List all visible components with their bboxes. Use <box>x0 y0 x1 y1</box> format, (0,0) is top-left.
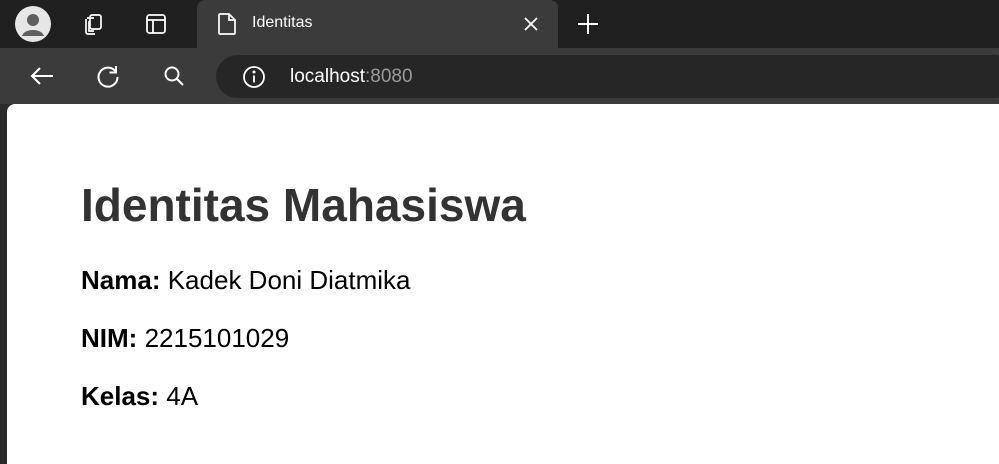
new-tab-icon[interactable] <box>568 4 608 44</box>
tab-identitas[interactable]: Identitas <box>197 0 558 48</box>
page-icon <box>216 12 238 36</box>
field-nama: Nama: Kadek Doni Diatmika <box>81 265 411 296</box>
field-label: Nama: <box>81 265 161 295</box>
back-arrow-icon[interactable] <box>22 56 62 96</box>
field-label: NIM: <box>81 323 138 353</box>
search-icon[interactable] <box>154 56 194 96</box>
url-port: :8080 <box>365 66 413 87</box>
field-label: Kelas: <box>81 381 160 411</box>
profile-avatar-icon[interactable] <box>15 6 51 42</box>
field-kelas: Kelas: 4A <box>81 381 198 412</box>
field-value: Kadek Doni Diatmika <box>167 265 411 295</box>
field-nim: NIM: 2215101029 <box>81 323 289 354</box>
url-text[interactable]: localhost:8080 <box>290 66 413 88</box>
field-value: 2215101029 <box>144 323 290 353</box>
address-bar[interactable]: localhost:8080 <box>216 55 999 98</box>
vertical-tabs-icon[interactable] <box>136 4 176 44</box>
browser-window: Identitas localhost:8080 Identitas Mahas… <box>0 0 999 464</box>
site-info-icon[interactable] <box>242 65 266 89</box>
field-value: 4A <box>166 381 199 411</box>
tab-title: Identitas <box>252 14 313 31</box>
page-heading: Identitas Mahasiswa <box>81 179 526 231</box>
toolbar: localhost:8080 <box>0 48 999 104</box>
refresh-icon[interactable] <box>88 56 128 96</box>
url-host: localhost <box>290 66 365 87</box>
workspaces-icon[interactable] <box>73 4 113 44</box>
tab-strip: Identitas <box>0 0 999 48</box>
close-tab-icon[interactable] <box>517 10 545 38</box>
page-viewport: Identitas Mahasiswa Nama: Kadek Doni Dia… <box>7 104 999 464</box>
